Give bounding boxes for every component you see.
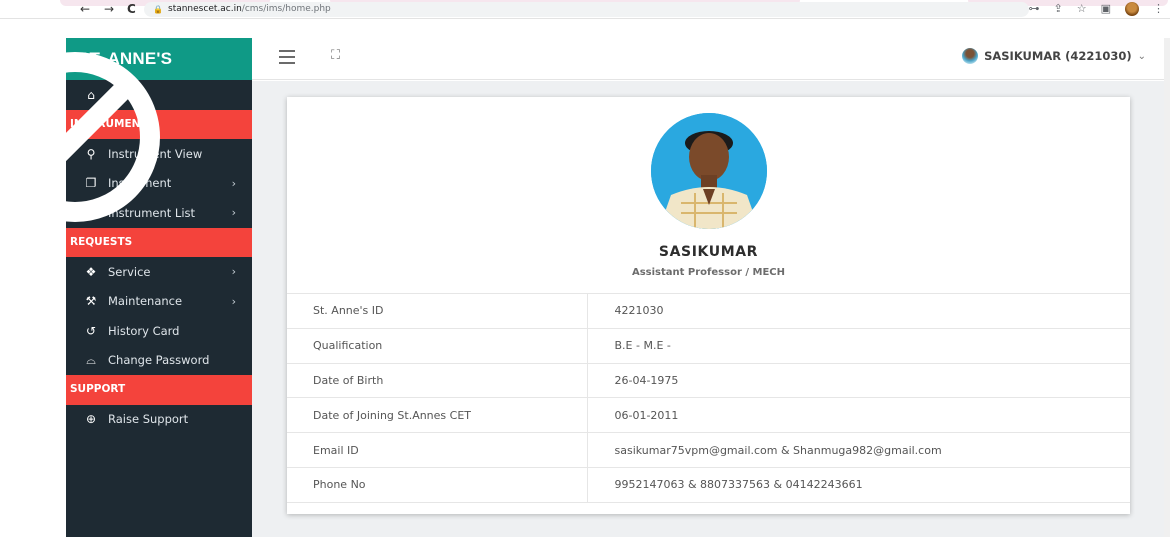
user-avatar-icon [962,48,979,64]
sidebar-item-history-card[interactable]: ↺ History Card [66,316,252,346]
star-icon[interactable]: ☆ [1077,1,1087,17]
browser-toolbar: ← → C 🔒 stannescet.ac.in/cms/ims/home.ph… [0,0,1170,19]
sidebar-item-label: Home [108,87,142,102]
sidebar-item-label: History Card [108,323,180,338]
lock-icon: ⌓ [86,352,96,367]
kebab-menu-icon[interactable]: ⋮ [1153,1,1164,17]
sidebar-item-label: Maintenance [108,294,183,309]
row-label: Date of Birth [287,362,588,398]
chevron-down-icon: ⌄ [1137,50,1146,62]
hamburger-menu-icon[interactable] [279,50,295,64]
chevron-right-icon: › [231,294,236,308]
sidebar-item-maintenance[interactable]: ⚒ Maintenance › [66,287,252,317]
address-bar[interactable]: 🔒 stannescet.ac.in/cms/ims/home.php [144,2,1029,17]
sidebar-item-label: Instrument [108,176,172,191]
profile-avatar-icon[interactable] [1125,2,1139,16]
user-name-label: SASIKUMAR (4221030) [984,49,1132,63]
row-value: 4221030 [587,293,1130,329]
sidebar-item-label: Instrument List [108,205,196,220]
lifebuoy-icon: ⊕ [85,412,97,427]
row-label: Date of Joining St.Annes CET [287,397,588,433]
sidebar-section-instrument: INSTRUMENT [66,109,252,139]
sidebar-item-change-password[interactable]: ⌓ Change Password [66,346,252,376]
top-header: ⛶ SASIKUMAR (4221030) ⌄ [252,38,1170,80]
row-value: 26-04-1975 [587,362,1130,398]
brand-logo[interactable]: ST. ANNE'S [66,38,252,80]
back-arrow-icon[interactable]: ← [80,1,90,17]
sidebar-item-raise-support[interactable]: ⊕ Raise Support [66,405,252,435]
reload-icon[interactable]: C [127,1,136,17]
sidebar-item-label: Instrument View [108,146,203,161]
list-icon: ☰ [85,205,97,220]
row-label: Qualification [287,327,588,364]
sidebar-item-instrument-view[interactable]: ⚲ Instrument View [66,139,252,169]
url-path: /cms/ims/home.php [241,4,331,14]
forward-arrow-icon[interactable]: → [104,1,114,17]
hammer-icon: ⚒ [85,294,97,309]
sidebar-menu: ⌂ Home INSTRUMENT ⚲ Instrument View ❐ Instrume… [66,80,252,434]
sidebar-panel-icon[interactable]: ▣ [1101,1,1111,17]
row-value: sasikumar75vpm@gmail.com & Shanmuga982@g… [587,432,1130,468]
row-label: St. Anne's ID [287,293,588,329]
chevron-right-icon: › [231,206,236,219]
chevron-right-icon: › [231,176,236,190]
table-row: Qualification B.E - M.E - [287,327,1130,364]
sidebar-item-label: Change Password [108,353,210,368]
table-row: Phone No 9952147063 & 8807337563 & 041422… [287,466,1130,503]
row-label: Email ID [287,432,588,468]
chevron-right-icon: › [231,265,236,278]
table-row: Date of Birth 26-04-1975 [287,362,1130,398]
sidebar-item-label: Raise Support [108,412,189,427]
browser-actions: ⊶ ⇪ ☆ ▣ ⋮ [1029,1,1164,17]
sidebar-item-instrument-list[interactable]: ☰ Instrument List › [66,198,252,228]
service-icon: ❖ [85,264,97,279]
sidebar-item-service[interactable]: ❖ Service › [66,257,252,287]
fullscreen-icon[interactable]: ⛶ [331,49,343,63]
profile-details-table: St. Anne's ID 4221030 Qualification B.E - M… [287,293,1130,503]
share-icon[interactable]: ⇪ [1054,1,1063,17]
lock-icon: 🔒 [153,5,163,14]
sidebar-section-support: SUPPORT [66,375,252,405]
sidebar-item-instrument[interactable]: ❐ Instrument › [66,169,252,199]
row-label: Phone No [287,466,588,503]
sidebar-item-label: Service [108,264,151,279]
search-icon: ⚲ [86,146,96,161]
row-value: B.E - M.E - [587,327,1130,364]
key-icon[interactable]: ⊶ [1029,1,1040,17]
clone-icon: ❐ [85,176,97,191]
sidebar-item-home[interactable]: ⌂ Home [66,80,252,110]
home-icon: ⌂ [87,87,95,102]
row-value: 9952147063 & 8807337563 & 04142243661 [587,466,1130,503]
table-row: Date of Joining St.Annes CET 06-01-2011 [287,397,1130,433]
profile-name: SASIKUMAR [658,244,759,260]
user-menu[interactable]: SASIKUMAR (4221030) ⌄ [962,48,1146,64]
profile-card: SASIKUMAR Assistant Professor / MECH St.… [287,97,1130,514]
row-value: 06-01-2011 [587,397,1130,433]
history-icon: ↺ [85,323,97,338]
table-row: Email ID sasikumar75vpm@gmail.com & Shanm… [287,432,1130,468]
profile-photo [651,113,767,229]
page-scrollbar[interactable] [1164,38,1170,537]
sidebar-section-requests: REQUESTS [66,227,252,257]
table-row: St. Anne's ID 4221030 [287,293,1130,329]
url-domain: stannescet.ac.in [168,4,242,14]
profile-role: Assistant Professor / MECH [631,267,785,278]
